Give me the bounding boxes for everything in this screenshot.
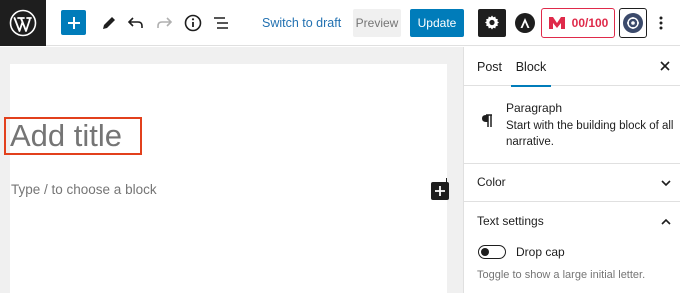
- astra-icon: [515, 13, 535, 33]
- drop-cap-help: Toggle to show a large initial letter.: [477, 269, 646, 281]
- drop-cap-toggle[interactable]: [478, 245, 506, 259]
- redo-button[interactable]: [151, 10, 177, 36]
- undo-button[interactable]: [123, 10, 149, 36]
- plus-icon: [67, 16, 80, 29]
- switch-to-draft-button[interactable]: Switch to draft: [262, 13, 341, 33]
- block-inserter-button[interactable]: [431, 182, 449, 200]
- pencil-icon: [103, 17, 115, 29]
- text-settings-panel: Text settings Drop cap Toggle to show a …: [464, 203, 680, 293]
- gear-icon: [485, 15, 499, 30]
- drop-cap-label: Drop cap: [516, 245, 565, 259]
- add-block-button[interactable]: [61, 10, 86, 35]
- aioseo-icon: [548, 17, 565, 29]
- sidebar-tabs: Post Block: [464, 47, 680, 87]
- user-avatar-icon: [623, 13, 643, 33]
- tools-button[interactable]: [96, 10, 122, 36]
- block-name: Paragraph: [506, 101, 563, 115]
- preview-button[interactable]: Preview: [353, 9, 401, 37]
- text-settings-title[interactable]: Text settings: [477, 214, 544, 228]
- close-sidebar-button[interactable]: [658, 59, 674, 75]
- block-description: Start with the building block of all nar…: [506, 120, 674, 148]
- wordpress-logo-icon: [9, 9, 37, 37]
- color-panel-title: Color: [477, 175, 506, 189]
- list-view-icon: [214, 17, 228, 29]
- update-button[interactable]: Update: [410, 9, 464, 37]
- settings-button[interactable]: [478, 9, 506, 37]
- user-avatar-button[interactable]: [619, 8, 647, 38]
- list-view-button[interactable]: [208, 10, 234, 36]
- seo-score: 00/100: [571, 16, 609, 30]
- toggle-knob: [481, 247, 489, 256]
- block-placeholder[interactable]: Type / to choose a block: [11, 182, 157, 197]
- settings-sidebar: Post Block Paragraph Start with the buil…: [463, 47, 680, 293]
- chevron-up-icon[interactable]: [659, 215, 673, 229]
- tab-block[interactable]: Block: [511, 47, 551, 87]
- post-title-input[interactable]: Add title: [4, 117, 142, 155]
- chevron-down-icon: [661, 180, 671, 187]
- wordpress-logo-button[interactable]: [0, 0, 46, 46]
- astra-settings-button[interactable]: [512, 10, 538, 36]
- plus-icon: [435, 186, 445, 196]
- color-panel[interactable]: Color: [464, 164, 680, 202]
- redo-icon: [157, 17, 173, 28]
- undo-icon: [127, 17, 143, 28]
- info-icon: [184, 14, 202, 32]
- aioseo-score-button[interactable]: 00/100: [541, 8, 615, 38]
- block-card: Paragraph Start with the building block …: [464, 87, 680, 164]
- options-menu-button[interactable]: [652, 10, 670, 36]
- tab-post[interactable]: Post: [477, 47, 502, 86]
- paragraph-icon: [482, 114, 492, 127]
- close-icon: [660, 61, 670, 71]
- details-button[interactable]: [180, 10, 206, 36]
- editor-canvas: [10, 64, 447, 293]
- tab-block-label: Block: [515, 59, 547, 74]
- more-vertical-icon: [659, 16, 663, 30]
- editor-header: Switch to draft Preview Update 00/100: [0, 0, 680, 46]
- editor-canvas-area: [0, 47, 463, 293]
